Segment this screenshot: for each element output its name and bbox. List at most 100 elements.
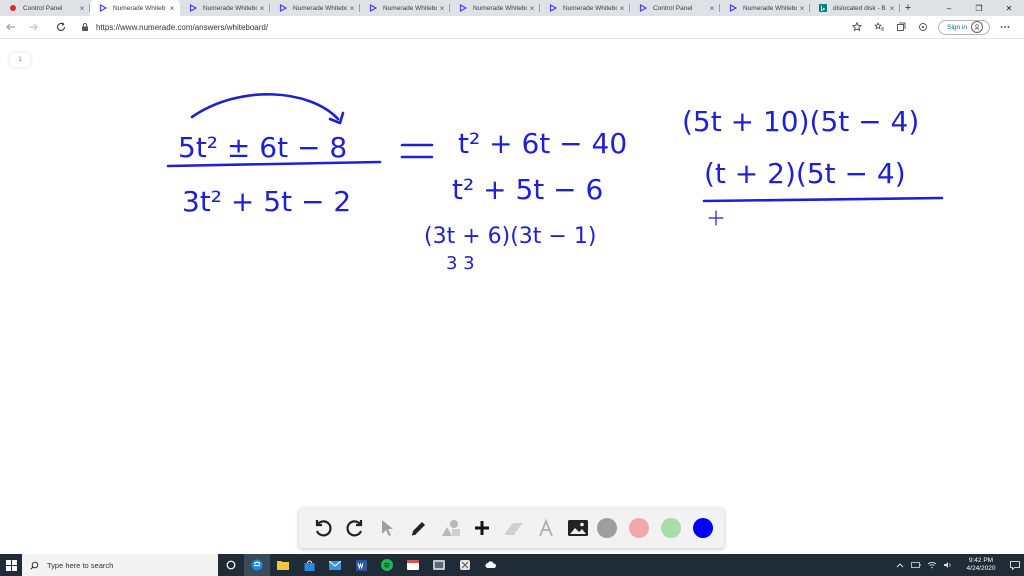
tab-strip: Control Panel × Numerade Whiteb × Numerade W… xyxy=(0,0,1024,16)
browser-tab[interactable]: Numerade Whitebo × xyxy=(180,0,270,16)
wifi-icon xyxy=(927,562,937,569)
tab-title: Numerade Whitebo xyxy=(473,4,527,12)
tab-close-icon[interactable]: × xyxy=(77,4,87,13)
browser-tab[interactable]: Numerade Whitebo × xyxy=(720,0,810,16)
sign-in-button[interactable]: Sign in xyxy=(938,19,990,35)
close-window-button[interactable]: ✕ xyxy=(994,0,1024,16)
numerade-play-icon xyxy=(279,4,287,12)
numerade-play-icon xyxy=(459,4,467,12)
action-center-button[interactable] xyxy=(1006,554,1024,576)
network-button[interactable] xyxy=(924,554,940,576)
forward-button[interactable] xyxy=(22,16,44,38)
spotify-icon xyxy=(381,559,393,571)
redo-button[interactable] xyxy=(342,515,368,541)
pointer-tool-button[interactable] xyxy=(374,515,400,541)
taskbar-store[interactable] xyxy=(296,554,322,576)
url-text: https://www.numerade.com/answers/whitebo… xyxy=(96,22,269,32)
taskbar-file-explorer[interactable] xyxy=(270,554,296,576)
start-button[interactable] xyxy=(0,554,22,576)
favorites-bar-button[interactable] xyxy=(868,16,890,38)
pen-tool-button[interactable] xyxy=(406,515,432,541)
favorite-button[interactable] xyxy=(846,16,868,38)
share-icon xyxy=(919,23,928,31)
tab-close-icon[interactable]: × xyxy=(167,4,177,13)
address-bar[interactable]: https://www.numerade.com/answers/whitebo… xyxy=(80,18,840,36)
numerade-play-icon xyxy=(369,4,377,12)
tab-close-icon[interactable]: × xyxy=(257,4,267,13)
middle-line2-text: t² + 5t − 6 xyxy=(452,173,603,206)
taskbar-app-cloud[interactable] xyxy=(478,554,504,576)
browser-tab[interactable]: Numerade Whiteb × xyxy=(90,0,180,16)
refresh-button[interactable] xyxy=(50,16,72,38)
image-icon xyxy=(568,520,589,536)
text-tool-button[interactable] xyxy=(533,515,559,541)
share-button[interactable] xyxy=(912,16,934,38)
volume-button[interactable] xyxy=(940,554,956,576)
taskbar-spotify[interactable] xyxy=(374,554,400,576)
color-swatches xyxy=(596,518,713,538)
search-icon xyxy=(30,561,39,570)
drawing-tool-palette xyxy=(299,508,724,548)
browser-tab[interactable]: Numerade Whitebo × xyxy=(360,0,450,16)
color-swatch-2[interactable] xyxy=(628,518,649,538)
color-swatch-3[interactable] xyxy=(660,518,681,538)
collections-button[interactable] xyxy=(890,16,912,38)
avatar-icon xyxy=(971,21,983,33)
tab-close-icon[interactable]: × xyxy=(617,4,627,13)
taskbar-edge[interactable] xyxy=(244,554,270,576)
back-arrow-icon xyxy=(6,23,15,31)
browser-tab[interactable]: Control Panel × xyxy=(0,0,90,16)
browser-tab[interactable]: Numerade Whitebo × xyxy=(540,0,630,16)
shapes-icon xyxy=(441,520,460,536)
tab-title: Numerade Whitebo xyxy=(203,4,257,12)
tab-close-icon[interactable]: × xyxy=(437,4,447,13)
image-tool-button[interactable] xyxy=(565,515,591,541)
tab-close-icon[interactable]: × xyxy=(707,4,717,13)
refresh-icon xyxy=(56,22,66,31)
browser-tab[interactable]: Numerade Whitebo × xyxy=(450,0,540,16)
browser-tab[interactable]: Numerade Whitebo × xyxy=(270,0,360,16)
browser-toolbar: https://www.numerade.com/answers/whitebo… xyxy=(0,16,1024,39)
taskbar-mail[interactable] xyxy=(322,554,348,576)
taskbar-search-box[interactable]: Type here to search xyxy=(22,554,218,576)
add-button[interactable] xyxy=(469,515,495,541)
task-view-button[interactable] xyxy=(218,554,244,576)
undo-button[interactable] xyxy=(310,515,336,541)
search-placeholder: Type here to search xyxy=(47,560,114,570)
tab-close-icon[interactable]: × xyxy=(527,4,537,13)
browser-tab[interactable]: Control Panel × xyxy=(630,0,720,16)
numerade-play-icon xyxy=(99,4,107,12)
app-window-icon xyxy=(433,560,445,570)
tab-close-icon[interactable]: × xyxy=(347,4,357,13)
minimize-button[interactable]: – xyxy=(934,0,964,16)
browser-tab[interactable]: dislocated disk - B × xyxy=(810,0,900,16)
battery-button[interactable] xyxy=(908,554,924,576)
middle-under-text: 3 3 xyxy=(446,253,475,274)
word-icon xyxy=(355,559,367,571)
color-swatch-1[interactable] xyxy=(596,518,617,538)
shapes-tool-button[interactable] xyxy=(438,515,464,541)
taskbar-app-tools[interactable] xyxy=(452,554,478,576)
color-swatch-4[interactable] xyxy=(692,518,713,538)
pointer-icon xyxy=(381,520,393,536)
tab-close-icon[interactable]: × xyxy=(797,4,807,13)
taskbar-app-gray[interactable] xyxy=(426,554,452,576)
taskbar-clock[interactable]: 9:42 PM 4/24/2020 xyxy=(956,557,1006,573)
maximize-button[interactable]: ❐ xyxy=(964,0,994,16)
new-tab-button[interactable]: + xyxy=(900,0,916,16)
tab-title: Numerade Whitebo xyxy=(743,4,797,12)
eraser-tool-button[interactable] xyxy=(501,515,527,541)
taskbar-app-red[interactable] xyxy=(400,554,426,576)
add-icon xyxy=(475,521,490,535)
tab-separator xyxy=(899,4,900,12)
task-view-icon xyxy=(226,560,236,570)
tab-close-icon[interactable]: × xyxy=(887,4,897,13)
back-button[interactable] xyxy=(0,16,22,38)
right-line2-text: (t + 2)(5t − 4) xyxy=(704,157,906,190)
whiteboard-canvas[interactable]: 1 5t² ± 6t − 8 3t² + 5t − 2 t² + 6t − 40… xyxy=(0,39,1024,548)
toolbar-actions: Sign in xyxy=(846,16,1016,38)
arrow-arc xyxy=(190,93,340,121)
taskbar-word[interactable] xyxy=(348,554,374,576)
settings-menu-button[interactable] xyxy=(994,16,1016,38)
show-hidden-icons-button[interactable] xyxy=(892,554,908,576)
